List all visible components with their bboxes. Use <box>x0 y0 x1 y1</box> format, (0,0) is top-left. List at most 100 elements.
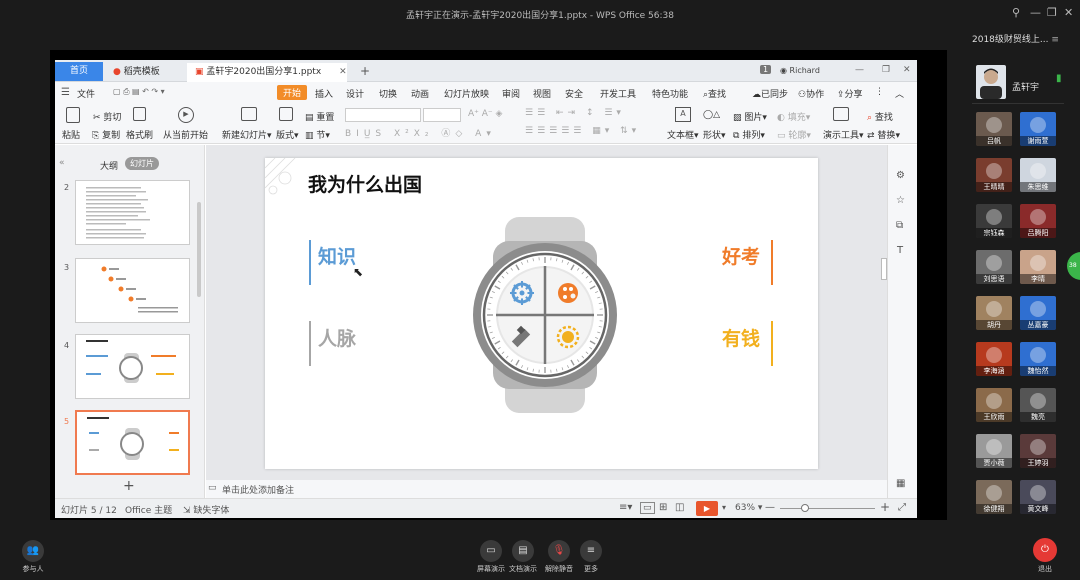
more-button[interactable]: ≡ 更多 <box>576 540 606 574</box>
missing-font[interactable]: ⇲ 缺失字体 <box>183 503 229 516</box>
reading-view-icon[interactable]: ◫ <box>675 502 684 513</box>
brush-icon[interactable] <box>133 107 146 121</box>
menu-animation[interactable]: 动画 <box>411 87 429 100</box>
slide-thumbnail-4[interactable] <box>75 334 190 399</box>
paste-icon[interactable] <box>66 107 80 123</box>
zoom-in-icon[interactable]: + <box>880 500 890 514</box>
leave-button[interactable]: ⏻ 退出 <box>1030 538 1060 574</box>
paragraph-buttons[interactable]: ☰☰ ⇤⇥ ↕ ☰▾ <box>525 108 625 118</box>
tab-outline[interactable]: 大纲 <box>100 159 118 172</box>
participant-tile[interactable]: 王婷羽 <box>1020 434 1056 468</box>
participant-tile[interactable]: 吕腾阳 <box>1020 204 1056 238</box>
adjust-icon[interactable]: ⚙ <box>896 170 905 181</box>
textbox-icon[interactable]: A <box>675 107 691 122</box>
screen-share-button[interactable]: ▭ 屏幕演示 <box>476 540 506 574</box>
new-slide-icon[interactable] <box>241 107 257 121</box>
participant-tile[interactable]: 贾小薇 <box>976 434 1012 468</box>
hamburger-icon[interactable]: ☰ <box>61 87 70 98</box>
participant-tile[interactable]: 丛嘉豪 <box>1020 296 1056 330</box>
menu-view[interactable]: 视图 <box>533 87 551 100</box>
menu-transition[interactable]: 切换 <box>379 87 397 100</box>
shape-button[interactable]: 形状▾ <box>703 128 726 141</box>
participant-tile[interactable]: 王欣雨 <box>976 388 1012 422</box>
participant-tile[interactable]: 魏亮 <box>1020 388 1056 422</box>
play-icon[interactable]: ▶ <box>178 107 194 123</box>
share-button[interactable]: ⇪分享 <box>837 87 863 100</box>
wps-restore-icon[interactable]: ❐ <box>882 65 890 75</box>
float-badge[interactable]: 38 <box>1067 252 1080 280</box>
text-icon[interactable]: T <box>897 245 903 256</box>
find-button[interactable]: ⌕ 查找 <box>867 110 893 123</box>
badge-icon[interactable]: 1 <box>760 65 772 74</box>
slide-thumbnail-5[interactable] <box>75 410 190 475</box>
tab-home[interactable]: 首页 <box>55 62 103 81</box>
menu-features[interactable]: 特色功能 <box>652 87 688 100</box>
participant-tile[interactable]: 刘思语 <box>976 250 1012 284</box>
zoom-slider[interactable] <box>780 508 875 509</box>
fit-window-icon[interactable]: ⤢ <box>898 502 906 513</box>
unmute-button[interactable]: 🎙 解除静音 <box>542 540 576 574</box>
picture-button[interactable]: ▨ 图片▾ <box>733 110 767 123</box>
wps-minimize-icon[interactable]: — <box>855 65 864 75</box>
participant-tile[interactable]: 黄文峰 <box>1020 480 1056 514</box>
participant-tile[interactable]: 王晴晴 <box>976 158 1012 192</box>
collapse-pane-icon[interactable]: « <box>59 158 65 168</box>
font-size-buttons[interactable]: A⁺ A⁻ ◈ <box>468 109 502 119</box>
normal-view-icon[interactable]: ▭ <box>640 502 655 514</box>
present-tools-button[interactable]: 演示工具▾ <box>823 128 864 141</box>
arrange-button[interactable]: ⧉ 排列▾ <box>733 128 765 141</box>
presenter-avatar[interactable] <box>976 65 1006 99</box>
menu-home[interactable]: 开始 <box>277 85 308 100</box>
user-menu[interactable]: ◉ Richard <box>780 66 820 75</box>
reset-button[interactable]: ▤ 重置 <box>305 110 334 123</box>
new-tab-icon[interactable]: + <box>360 64 370 78</box>
present-tools-icon[interactable] <box>833 107 849 121</box>
tab-template[interactable]: ● 稻壳模板 <box>105 63 185 82</box>
participant-tile[interactable]: 宗钰森 <box>976 204 1012 238</box>
participants-button[interactable]: 👥 参与人 <box>18 540 48 574</box>
pane-scrollbar[interactable] <box>197 202 201 297</box>
section-button[interactable]: ▥ 节▾ <box>305 128 330 141</box>
participant-tile[interactable]: 魏怡然 <box>1020 342 1056 376</box>
cut-button[interactable]: ✂ 剪切 <box>93 110 121 123</box>
from-current-button[interactable]: 从当前开始 <box>163 128 208 141</box>
theme-name[interactable]: Office 主题 <box>125 503 172 516</box>
menu-file[interactable]: 文件 <box>77 87 95 100</box>
layout-icon[interactable] <box>279 107 293 121</box>
menu-insert[interactable]: 插入 <box>315 87 333 100</box>
pin-icon[interactable]: ⚲ <box>1012 6 1020 19</box>
zoom-level[interactable]: 63% ▾ <box>735 503 762 513</box>
paste-button[interactable]: 粘贴 <box>62 128 80 141</box>
add-slide-icon[interactable]: + <box>123 478 135 494</box>
slide-thumbnail-2[interactable] <box>75 180 190 245</box>
collab-button[interactable]: ⚇协作 <box>798 87 824 100</box>
play-dropdown-icon[interactable]: ▾ <box>722 503 726 512</box>
participant-tile[interactable]: 朱思维 <box>1020 158 1056 192</box>
menu-search[interactable]: ⌕查找 <box>703 87 726 100</box>
zoom-out-icon[interactable]: — <box>765 502 775 513</box>
doc-share-button[interactable]: ▤ 文档演示 <box>508 540 538 574</box>
participant-tile[interactable]: 谢雨萱 <box>1020 112 1056 146</box>
font-size-dropdown[interactable] <box>423 108 461 122</box>
minimize-icon[interactable]: — <box>1030 6 1041 19</box>
replace-button[interactable]: ⇄ 替换▾ <box>867 128 900 141</box>
format-painter-button[interactable]: 格式刷 <box>126 128 153 141</box>
menu-design[interactable]: 设计 <box>346 87 364 100</box>
new-slide-button[interactable]: 新建幻灯片▾ <box>222 128 272 141</box>
notes-toggle-icon[interactable]: ≡▾ <box>619 502 632 513</box>
menu-developer[interactable]: 开发工具 <box>600 87 636 100</box>
textbox-button[interactable]: 文本框▾ <box>667 128 699 141</box>
quick-access-icons[interactable]: ▢ ⎙ ▤ ↶ ↷ ▾ <box>113 87 165 97</box>
participant-tile[interactable]: 胡丹 <box>976 296 1012 330</box>
text-format-buttons[interactable]: BIU̲S X²X₂ Ⓐ◇ A▾ <box>345 126 496 139</box>
tab-slides[interactable]: 幻灯片 <box>125 157 159 170</box>
fill-button[interactable]: ◐ 填充▾ <box>777 110 810 123</box>
close-icon[interactable]: ✕ <box>1064 6 1073 19</box>
layout-button[interactable]: 版式▾ <box>276 128 299 141</box>
current-slide[interactable]: 我为什么出国 知识 ⬉ 人脉 好考 有钱 <box>265 158 818 469</box>
wps-close-icon[interactable]: ✕ <box>903 65 911 75</box>
outline-button[interactable]: ▭ 轮廓▾ <box>777 128 811 141</box>
restore-icon[interactable]: ❐ <box>1047 6 1057 19</box>
notes-bar[interactable]: ▭ 单击此处添加备注 <box>206 480 887 498</box>
more-icon[interactable]: ⋮ <box>875 87 884 97</box>
